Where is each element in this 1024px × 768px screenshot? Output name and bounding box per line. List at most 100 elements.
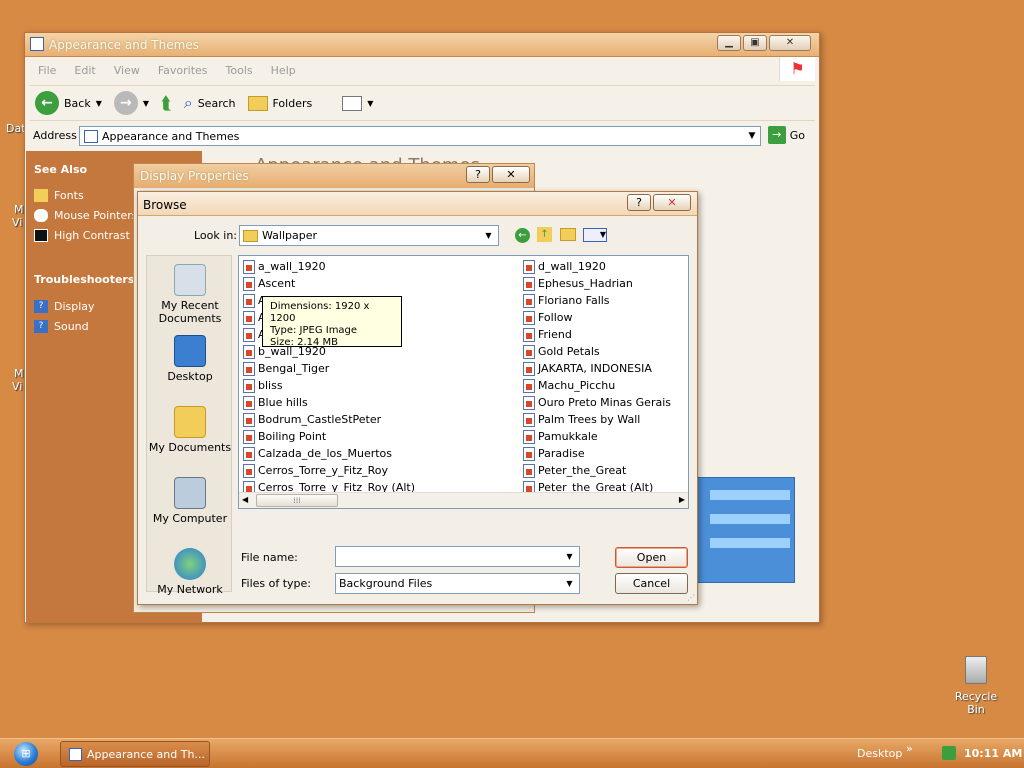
list-item[interactable]: Machu_Picchu	[523, 377, 615, 394]
place-desktop[interactable]: Desktop	[147, 335, 233, 383]
sidebar-item-fonts[interactable]: Fonts	[34, 189, 84, 202]
explorer-titlebar[interactable]: Appearance and Themes ▁ ▣ ✕	[25, 33, 819, 57]
place-label: My Documents	[148, 441, 232, 454]
list-item[interactable]: Cerros_Torre_y_Fitz_Roy	[243, 462, 388, 479]
open-button[interactable]: Open	[615, 547, 688, 568]
close-button[interactable]: ✕	[653, 194, 691, 211]
desktop-icon-label-fragment: M	[14, 367, 24, 380]
forward-button[interactable]: → ▼	[108, 91, 155, 115]
list-item[interactable]: Paradise	[523, 445, 585, 462]
look-in-select[interactable]: Wallpaper ▼	[239, 225, 499, 246]
up-folder-button[interactable]: ⮬	[155, 93, 178, 114]
list-item[interactable]: Blue hills	[243, 394, 308, 411]
toolbar-chevron-icon[interactable]: »	[906, 742, 913, 755]
list-item[interactable]: a_wall_1920	[243, 258, 326, 275]
place-my-computer[interactable]: My Computer	[147, 477, 233, 525]
menu-file[interactable]: File	[29, 64, 65, 77]
views-button[interactable]: ▼	[336, 95, 379, 111]
file-list[interactable]: Piramide_del_SolPeter_the_Great (Alt)Pet…	[238, 255, 689, 509]
horizontal-scrollbar[interactable]: ◀ ⁞⁞⁞ ▶	[239, 492, 688, 508]
display-properties-titlebar[interactable]: Display Properties ? ✕	[134, 164, 534, 188]
desktop-toolbar-label[interactable]: Desktop	[857, 747, 902, 760]
place-my-network[interactable]: My Network	[147, 548, 233, 596]
back-arrow-icon: ←	[35, 91, 59, 115]
menu-help[interactable]: Help	[262, 64, 305, 77]
desktop-icon-label-fragment: M	[14, 203, 24, 216]
new-folder-icon[interactable]	[560, 228, 576, 241]
files-of-type-select[interactable]: Background Files ▼	[335, 573, 580, 594]
maximize-button[interactable]: ▣	[743, 35, 767, 51]
back-button[interactable]: ← Back ▼	[29, 91, 108, 115]
sidebar-item-high-contrast[interactable]: High Contrast	[34, 229, 130, 242]
list-item[interactable]: bliss	[243, 377, 283, 394]
list-item[interactable]: Bengal_Tiger	[243, 360, 329, 377]
minimize-button[interactable]: ▁	[717, 35, 741, 51]
search-button[interactable]: ⌕ Search	[178, 93, 242, 113]
list-item[interactable]: JAKARTA, INDONESIA	[523, 360, 652, 377]
chevron-down-icon[interactable]: ▼	[744, 127, 760, 145]
file-name: Ouro Preto Minas Gerais	[538, 396, 671, 409]
list-item[interactable]: Ouro Preto Minas Gerais	[523, 394, 671, 411]
browse-titlebar[interactable]: Browse ? ✕	[138, 192, 697, 216]
list-item[interactable]: Pamukkale	[523, 428, 598, 445]
help-button[interactable]: ?	[466, 166, 490, 183]
sidebar-item-sound[interactable]: ? Sound	[34, 320, 89, 333]
jpeg-file-icon	[523, 446, 535, 461]
list-item[interactable]: Calzada_de_los_Muertos	[243, 445, 392, 462]
chevron-down-icon[interactable]: ▼	[143, 99, 149, 108]
view-menu-icon[interactable]: ▼	[583, 228, 607, 242]
up-folder-icon[interactable]: ↑	[537, 227, 552, 242]
file-name: Gold Petals	[538, 345, 600, 358]
list-item[interactable]: Follow	[523, 309, 573, 326]
list-item[interactable]: Bodrum_CastleStPeter	[243, 411, 381, 428]
taskbar-item-appearance[interactable]: Appearance and Th...	[60, 741, 210, 767]
cancel-button[interactable]: Cancel	[615, 573, 688, 594]
start-button[interactable]: ⊞	[2, 740, 50, 768]
resize-grip[interactable]: ⋰	[687, 593, 695, 602]
list-item[interactable]: Ephesus_Hadrian	[523, 275, 633, 292]
see-also-heading: See Also	[34, 163, 88, 176]
scroll-right-arrow[interactable]: ▶	[679, 495, 685, 504]
place-my-documents[interactable]: My Documents	[147, 406, 233, 454]
tooltip-dimensions: Dimensions: 1920 x 1200	[270, 301, 370, 324]
sidebar-item-label: High Contrast	[54, 229, 130, 242]
recent-documents-icon	[174, 264, 206, 296]
chevron-down-icon[interactable]: ▼	[562, 549, 577, 564]
scroll-left-arrow[interactable]: ◀	[242, 495, 248, 504]
sidebar-item-display[interactable]: ? Display	[34, 300, 95, 313]
list-item[interactable]: Friend	[523, 326, 572, 343]
help-button[interactable]: ?	[627, 194, 651, 211]
list-item[interactable]: Ascent	[243, 275, 295, 292]
close-button[interactable]: ✕	[769, 35, 811, 51]
list-item[interactable]: Gold Petals	[523, 343, 600, 360]
list-item[interactable]: Palm Trees by Wall	[523, 411, 640, 428]
sidebar-item-mouse-pointers[interactable]: Mouse Pointers	[34, 209, 138, 222]
folders-button[interactable]: Folders	[242, 95, 319, 111]
list-item[interactable]: d_wall_1920	[523, 258, 606, 275]
search-icon: ⌕	[183, 93, 193, 112]
menu-favorites[interactable]: Favorites	[149, 64, 217, 77]
window-icon	[30, 37, 44, 51]
place-my-recent-documents[interactable]: My Recent Documents	[147, 264, 233, 325]
close-button[interactable]: ✕	[492, 166, 530, 183]
recycle-bin[interactable]: Recycle Bin	[946, 656, 1006, 716]
clock[interactable]: 10:11 AM	[964, 747, 1022, 760]
list-item[interactable]: Peter_the_Great	[523, 462, 626, 479]
list-item[interactable]: Floriano Falls	[523, 292, 610, 309]
scroll-thumb[interactable]: ⁞⁞⁞	[256, 494, 338, 507]
menu-edit[interactable]: Edit	[65, 64, 104, 77]
address-input[interactable]: Appearance and Themes ▼	[79, 126, 761, 146]
menu-tools[interactable]: Tools	[217, 64, 262, 77]
menu-bar: File Edit View Favorites Tools Help	[29, 59, 815, 81]
network-tray-icon[interactable]	[942, 746, 956, 760]
chevron-down-icon[interactable]: ▼	[96, 99, 102, 108]
go-button[interactable]: → Go	[767, 126, 805, 144]
place-label: My Computer	[152, 512, 228, 525]
jpeg-file-icon	[523, 327, 535, 342]
chevron-down-icon[interactable]: ▼	[562, 576, 577, 591]
menu-view[interactable]: View	[105, 64, 149, 77]
list-item[interactable]: Boiling Point	[243, 428, 326, 445]
windows-flag-icon: ⚑	[779, 57, 815, 81]
back-icon[interactable]: ←	[515, 228, 530, 243]
file-name-input[interactable]: ▼	[335, 546, 580, 567]
